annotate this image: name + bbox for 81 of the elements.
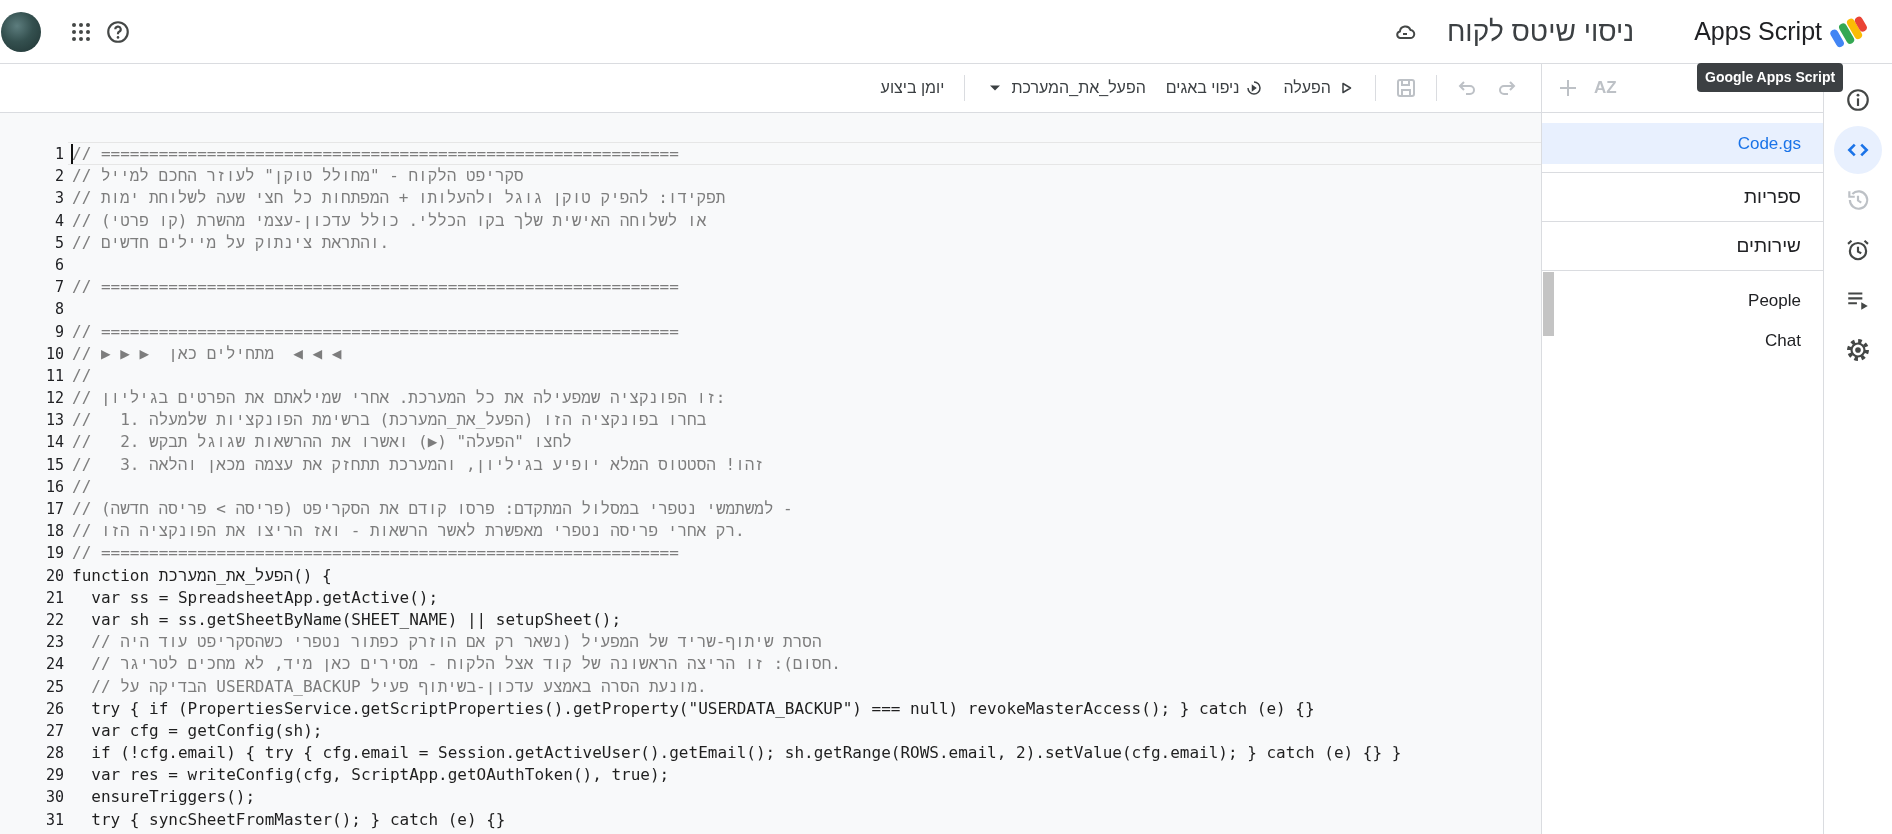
code-line: var res = writeConfig(cfg, ScriptApp.getOAuthToken(), true); bbox=[91, 764, 670, 787]
code-line: // ============================================================ bbox=[72, 320, 679, 343]
line-number: 16 bbox=[44, 476, 65, 498]
line-number: 4 bbox=[53, 210, 65, 232]
line-number: 10 bbox=[44, 343, 65, 365]
line-number: 13 bbox=[44, 410, 65, 432]
debug-button[interactable]: ניפוי באגים bbox=[1157, 70, 1272, 106]
line-number: 28 bbox=[44, 743, 65, 765]
line-number: 21 bbox=[44, 587, 65, 609]
line-number: 25 bbox=[44, 676, 65, 698]
scrollbar-thumb[interactable] bbox=[1543, 272, 1554, 336]
code-line: // 3. זהו! הסטטוס המלא יופיע בגיליון, והמערכת תתחזק את עצמה מכאן והלאה bbox=[72, 453, 764, 476]
run-button[interactable]: הפעלה bbox=[1275, 70, 1363, 106]
line-number: 2 bbox=[53, 166, 65, 188]
line-number: 9 bbox=[53, 321, 65, 343]
line-number: 20 bbox=[44, 565, 65, 587]
history-icon bbox=[1845, 187, 1871, 213]
code-line: ensureTriggers(); bbox=[91, 786, 256, 809]
section-title[interactable]: ספריות bbox=[1542, 173, 1823, 222]
code-line: // והתראת צינתוק על מיילים חדשים. bbox=[72, 231, 390, 254]
code-line: // זו הפונקציה שמפעילה את כל המערכת. אחרי שמילאתם את הפרטים בגיליון: bbox=[72, 387, 726, 410]
line-number: 7 bbox=[53, 277, 65, 299]
line-number: 17 bbox=[44, 499, 65, 520]
code-line: // 1. בחרו בפונקציה הזו (הפעל_את_המערכת) ברשימת הפונקציות שלמעלה bbox=[72, 409, 707, 432]
file-item[interactable]: Code.gs bbox=[1542, 123, 1823, 164]
code-line: // רק אחרי פריסה נטפרי מאפשרת לאשר הרשאות - ואז הריצו את הפונקציה הזו. bbox=[72, 520, 745, 543]
code-line: // 2. לחצו "הפעלה" (▶) ואשרו את ההרשאות שגוגל תבקש bbox=[72, 431, 572, 454]
line-number: 24 bbox=[44, 654, 65, 676]
tooltip: Google Apps Script bbox=[1697, 63, 1844, 92]
code-line: // bbox=[72, 364, 92, 387]
code-line: // סקריפט הלקוח - "מחולל טוקן" לעוזר החכם למייל bbox=[72, 165, 524, 188]
function-dropdown[interactable]: הפעל_את_המערכת bbox=[977, 70, 1154, 106]
alarm-clock-icon bbox=[1845, 237, 1871, 263]
code-line: try { syncSheetFromMaster(); } catch (e) {} bbox=[91, 808, 506, 831]
line-number: 12 bbox=[44, 388, 65, 410]
line-number: 22 bbox=[44, 609, 65, 631]
code-line: // ============================================================ bbox=[72, 276, 679, 299]
text-cursor bbox=[71, 144, 73, 164]
code-line: var ss = SpreadsheetApp.getActive(); bbox=[91, 586, 439, 609]
execution-log-button[interactable]: יומן ביצוע bbox=[872, 70, 953, 106]
line-number: 11 bbox=[44, 365, 65, 387]
line-number: 1 bbox=[53, 144, 65, 165]
code-line: // הבדיקה על USERDATA_BACKUP מונעת הסרה באמצע עדכון-בשיתוף פעיל. bbox=[91, 675, 707, 698]
line-number: 19 bbox=[44, 543, 65, 565]
line-number: 23 bbox=[44, 632, 65, 654]
code-line: // למשתמשי נטפרי במסלול המתקדם: פרסו קודם את הסקריפט (פריסה > פריסה חדשה) - bbox=[72, 498, 793, 520]
service-item[interactable]: Chat bbox=[1542, 321, 1823, 361]
info-icon bbox=[1845, 87, 1871, 113]
code-line: // bbox=[72, 475, 92, 498]
code-line: // או לשלוחה האישית שלך בקו הכללי. כולל עדכון-עצמי מהשרת (קו פרטי) bbox=[72, 209, 707, 232]
settings-icon bbox=[1845, 337, 1871, 363]
project-title[interactable]: ניסוי שיטס לקוח bbox=[1446, 15, 1635, 48]
code-line: // חסום): זו הריצה הראשונה של קוד אצל הלקוח - מסירים כאן מיד, לא מחכים לטריגר. bbox=[91, 653, 841, 676]
code-line: // ▶ ▶ ▶ מתחילים כאן ◀ ◀ ◀ bbox=[72, 342, 342, 365]
line-number: 5 bbox=[53, 232, 65, 254]
line-number: 3 bbox=[53, 188, 65, 210]
code-line: var sh = ss.getSheetByName(SHEET_NAME) || setupSheet(); bbox=[91, 608, 622, 631]
line-number: 29 bbox=[44, 765, 65, 787]
line-number: 31 bbox=[44, 809, 65, 831]
line-number: 18 bbox=[44, 521, 65, 543]
code-line: try { if (PropertiesService.getScriptProperties().getProperty("USERDATA_BACKUP") === null) revokeMasterAccess(); } catch (e) {} bbox=[91, 697, 1315, 720]
help-icon[interactable] bbox=[105, 18, 131, 45]
debug-icon bbox=[1245, 79, 1264, 97]
line-number: 27 bbox=[44, 720, 65, 742]
code-line: if (!cfg.email) { try { cfg.email = Session.getActiveUser().getEmail(); sh.getRange(ROWS.email, 2).setValue(cfg.email); } catch (e) {} } bbox=[91, 742, 1402, 765]
code-line: var cfg = getConfig(sh); bbox=[91, 719, 323, 742]
line-number: 30 bbox=[44, 787, 65, 809]
code-line: // הסרת שיתוף-שריד של המפעיל (נשאר רק אם הוזרק כפתור נטפרי כשהסקריפט עוד היה bbox=[91, 631, 822, 654]
line-number: 8 bbox=[53, 299, 65, 321]
code-line: // תפקידו: להפיק טוקן גוגל ולהעלותו + המפתחות כל חצי שעה לשלוחת ימות bbox=[72, 187, 726, 210]
code-line: function הפעל_את_המערכת() { bbox=[72, 564, 332, 587]
avatar[interactable] bbox=[1, 11, 41, 52]
service-item[interactable]: People bbox=[1542, 281, 1823, 321]
product-name: Apps Script bbox=[1694, 17, 1822, 46]
code-line: // ============================================================ bbox=[72, 143, 679, 165]
line-number: 26 bbox=[44, 698, 65, 720]
code-line: // ============================================================ bbox=[72, 542, 679, 565]
line-number: 15 bbox=[44, 454, 65, 476]
section-title[interactable]: שירותים bbox=[1542, 222, 1823, 271]
line-number: 14 bbox=[44, 432, 65, 454]
line-number: 6 bbox=[53, 254, 65, 276]
